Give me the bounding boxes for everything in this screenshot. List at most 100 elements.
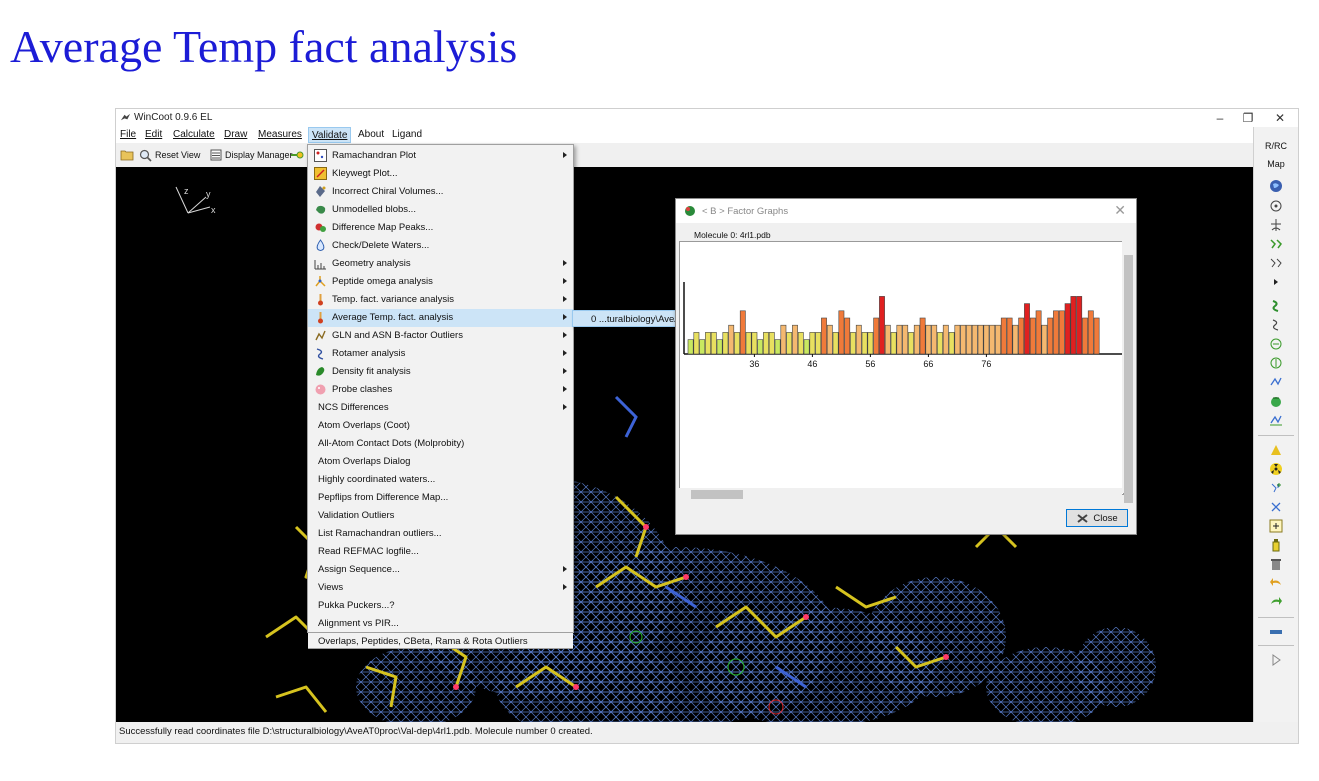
edit-chi-icon[interactable] <box>1269 356 1283 370</box>
arrow-right-icon[interactable] <box>1269 275 1283 289</box>
menu-item-difference-map-peaks[interactable]: Difference Map Peaks... <box>308 219 573 237</box>
rotamer-icon[interactable] <box>1269 318 1283 332</box>
redo-icon[interactable] <box>1269 595 1283 609</box>
menu-item-highly-coordinated-waters[interactable]: Highly coordinated waters... <box>308 471 573 489</box>
open-folder-button[interactable] <box>120 148 134 162</box>
menu-item-peptide-omega-analysis[interactable]: Peptide omega analysis <box>308 273 573 291</box>
map-button[interactable]: Map <box>1254 159 1298 169</box>
radiation-icon[interactable] <box>1269 462 1283 476</box>
maximize-button[interactable]: ❐ <box>1234 109 1262 127</box>
menu-item-ramachandran-plot[interactable]: Ramachandran Plot <box>308 147 573 165</box>
toolbar-separator-3 <box>1258 645 1294 646</box>
menu-item-pepflips-from-difference-map[interactable]: Pepflips from Difference Map... <box>308 489 573 507</box>
status-bar: Successfully read coordinates file D:\st… <box>116 722 1298 742</box>
b-factor-bar <box>850 332 856 355</box>
reset-view-button[interactable]: Reset View <box>139 148 200 162</box>
torsion-icon[interactable] <box>1269 375 1283 389</box>
b-factor-bar <box>937 332 943 355</box>
add-terminal-residue-icon[interactable] <box>1269 481 1283 495</box>
b-factor-bar <box>1012 324 1019 355</box>
menu-edit[interactable]: Edit <box>142 127 165 143</box>
vertical-scrollbar-thumb[interactable] <box>1124 255 1133 503</box>
b-factor-bar <box>1029 317 1036 355</box>
menu-validate[interactable]: Validate <box>308 127 352 143</box>
minimize-button[interactable]: – <box>1206 109 1234 127</box>
flip-peptide-icon[interactable] <box>1269 394 1283 408</box>
menu-item-incorrect-chiral-volumes[interactable]: Incorrect Chiral Volumes... <box>308 183 573 201</box>
refine-icon[interactable] <box>1269 199 1283 213</box>
bottle-icon[interactable] <box>1269 538 1283 552</box>
expand-toolbar-icon[interactable] <box>1269 653 1283 667</box>
globe-icon[interactable] <box>1269 179 1283 193</box>
menu-item-kleywegt-plot[interactable]: Kleywegt Plot... <box>308 165 573 183</box>
menu-item-atom-overlaps-coot[interactable]: Atom Overlaps (Coot) <box>308 417 573 435</box>
density-fit-icon <box>316 367 325 376</box>
rotate-translate-icon[interactable] <box>1269 218 1283 232</box>
menu-item-unmodelled-blobs[interactable]: Unmodelled blobs... <box>308 201 573 219</box>
b-factor-chart: 36 46 56 66 76 <box>683 282 1123 369</box>
menu-item-list-ramachandran-outliers[interactable]: List Ramachandran outliers... <box>308 525 573 543</box>
menu-item-check-delete-waters[interactable]: Check/Delete Waters... <box>308 237 573 255</box>
menu-ligand[interactable]: Ligand <box>389 127 425 143</box>
menu-item-gln-asn-b-factor-outliers[interactable]: GLN and ASN B-factor Outliers <box>308 327 573 345</box>
delete-residue-icon[interactable] <box>1269 500 1283 514</box>
b-factor-graph[interactable]: 36 46 56 66 76 <box>679 241 1124 495</box>
menu-item-density-fit-analysis[interactable]: Density fit analysis <box>308 363 573 381</box>
menu-item-assign-sequence[interactable]: Assign Sequence... <box>308 561 573 579</box>
sequence-view-icon[interactable] <box>1269 625 1283 639</box>
menu-item-atom-overlaps-dialog[interactable]: Atom Overlaps Dialog <box>308 453 573 471</box>
b-factor-bar <box>1082 317 1088 355</box>
go-to-atom-icon <box>291 151 304 159</box>
vertical-scrollbar[interactable] <box>1122 241 1135 503</box>
menu-item-geometry-analysis[interactable]: Geometry analysis <box>308 255 573 273</box>
side-chain-180-icon[interactable] <box>1269 413 1283 427</box>
b-factor-bar <box>931 324 938 355</box>
display-manager-button[interactable]: Display Manager <box>210 148 293 162</box>
b-factor-bar <box>786 332 793 355</box>
add-atom-icon[interactable] <box>1269 443 1283 457</box>
menu-item-ncs-differences[interactable]: NCS Differences <box>308 399 573 417</box>
go-to-atom-button[interactable] <box>290 148 304 162</box>
horizontal-scrollbar[interactable] <box>679 488 1122 501</box>
menu-item-probe-clashes[interactable]: Probe clashes <box>308 381 573 399</box>
b-factor-bar <box>1064 303 1071 355</box>
menu-item-pukka-puckers[interactable]: Pukka Puckers...? <box>308 597 573 615</box>
svg-text:y: y <box>206 189 211 199</box>
close-button[interactable]: Close <box>1066 509 1128 527</box>
menu-item-read-refmac-logfile[interactable]: Read REFMAC logfile... <box>308 543 573 561</box>
regularize-icon[interactable] <box>1269 256 1283 270</box>
dialog-close-icon[interactable]: ✕ <box>1114 202 1126 219</box>
trash-icon[interactable] <box>1269 557 1283 571</box>
menu-file[interactable]: File <box>117 127 139 143</box>
menu-item-temp-fact-variance-analysis[interactable]: Temp. fact. variance analysis <box>308 291 573 309</box>
rrc-button[interactable]: R/RC <box>1254 141 1298 151</box>
menu-about[interactable]: About <box>355 127 387 143</box>
submenu-arrow-icon <box>563 152 567 158</box>
mutate-icon[interactable] <box>1269 337 1283 351</box>
rotamer-icon <box>316 348 324 360</box>
b-factor-bar <box>826 324 833 355</box>
undo-icon[interactable] <box>1269 576 1283 590</box>
rigid-body-icon[interactable] <box>1269 237 1283 251</box>
menu-item-validation-outliers[interactable]: Validation Outliers <box>308 507 573 525</box>
b-factor-bar <box>751 332 758 355</box>
menu-item-overlaps-peptides-outliers[interactable]: Overlaps, Peptides, CBeta, Rama & Rota O… <box>308 633 573 649</box>
menu-draw[interactable]: Draw <box>221 127 250 143</box>
menu-item-alignment-vs-pir[interactable]: Alignment vs PIR... <box>308 615 573 633</box>
b-factor-bar <box>1087 310 1094 355</box>
auto-fit-rotamer-icon[interactable] <box>1269 299 1283 313</box>
b-factor-bar <box>925 324 932 355</box>
menu-measures[interactable]: Measures <box>255 127 305 143</box>
menu-item-all-atom-contact-dots[interactable]: All-Atom Contact Dots (Molprobity) <box>308 435 573 453</box>
b-factor-bar <box>722 332 729 355</box>
menu-item-views[interactable]: Views <box>308 579 573 597</box>
b-factor-bar <box>983 324 990 355</box>
submenu-arrow-icon <box>563 332 567 338</box>
b-factor-bar <box>710 332 717 355</box>
horizontal-scrollbar-thumb[interactable] <box>691 490 743 499</box>
add-box-icon[interactable] <box>1269 519 1283 533</box>
menu-item-average-temp-fact-analysis[interactable]: Average Temp. fact. analysis <box>308 309 573 327</box>
close-window-button[interactable]: ✕ <box>1266 109 1294 127</box>
menu-item-rotamer-analysis[interactable]: Rotamer analysis <box>308 345 573 363</box>
menu-calculate[interactable]: Calculate <box>170 127 218 143</box>
